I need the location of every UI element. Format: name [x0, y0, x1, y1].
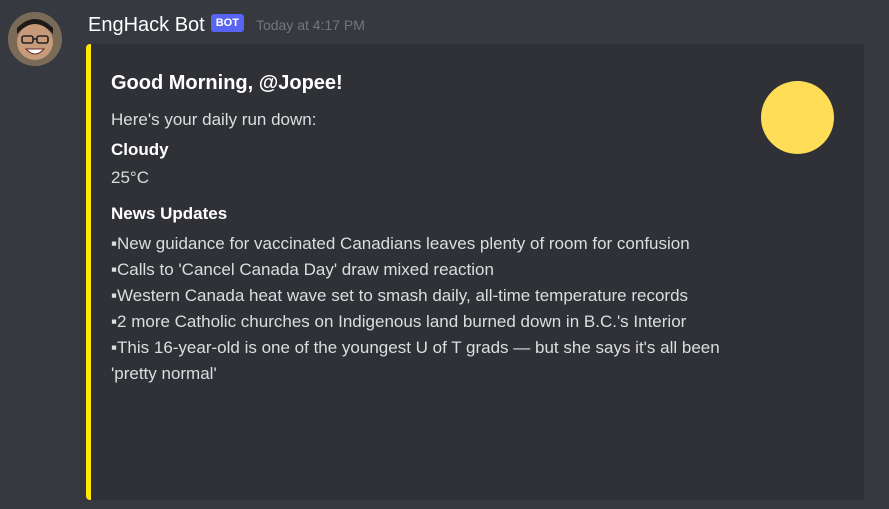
weather-field: Cloudy 25°C	[111, 139, 751, 189]
sun-icon[interactable]	[761, 81, 834, 154]
message-embed: Good Morning, @Jopee! Here's your daily …	[86, 44, 864, 500]
bot-username[interactable]: EngHack Bot	[88, 14, 205, 37]
bot-badge: BOT	[210, 14, 244, 32]
news-heading: News Updates	[111, 204, 228, 223]
news-item: ▪New guidance for vaccinated Canadians l…	[111, 234, 690, 253]
weather-condition: Cloudy	[111, 140, 169, 159]
message-timestamp[interactable]: Today at 4:17 PM	[256, 17, 365, 33]
embed-title: Good Morning, @Jopee!	[111, 72, 343, 94]
embed-content: Good Morning, @Jopee! Here's your daily …	[111, 71, 751, 387]
user-avatar-icon	[8, 12, 62, 66]
news-item: ▪Western Canada heat wave set to smash d…	[111, 286, 689, 305]
weather-temperature: 25°C	[111, 168, 149, 187]
news-item: ▪Calls to 'Cancel Canada Day' draw mixed…	[111, 260, 494, 279]
bot-avatar[interactable]	[8, 12, 62, 66]
news-list: ▪New guidance for vaccinated Canadians l…	[111, 231, 751, 387]
embed-description: Here's your daily run down:	[111, 110, 317, 129]
news-field: News Updates ▪New guidance for vaccinate…	[111, 203, 751, 387]
message-header: EngHack Bot BOT Today at 4:17 PM	[88, 12, 365, 38]
news-item: ▪This 16-year-old is one of the youngest…	[111, 338, 720, 383]
news-item: ▪2 more Catholic churches on Indigenous …	[111, 312, 687, 331]
